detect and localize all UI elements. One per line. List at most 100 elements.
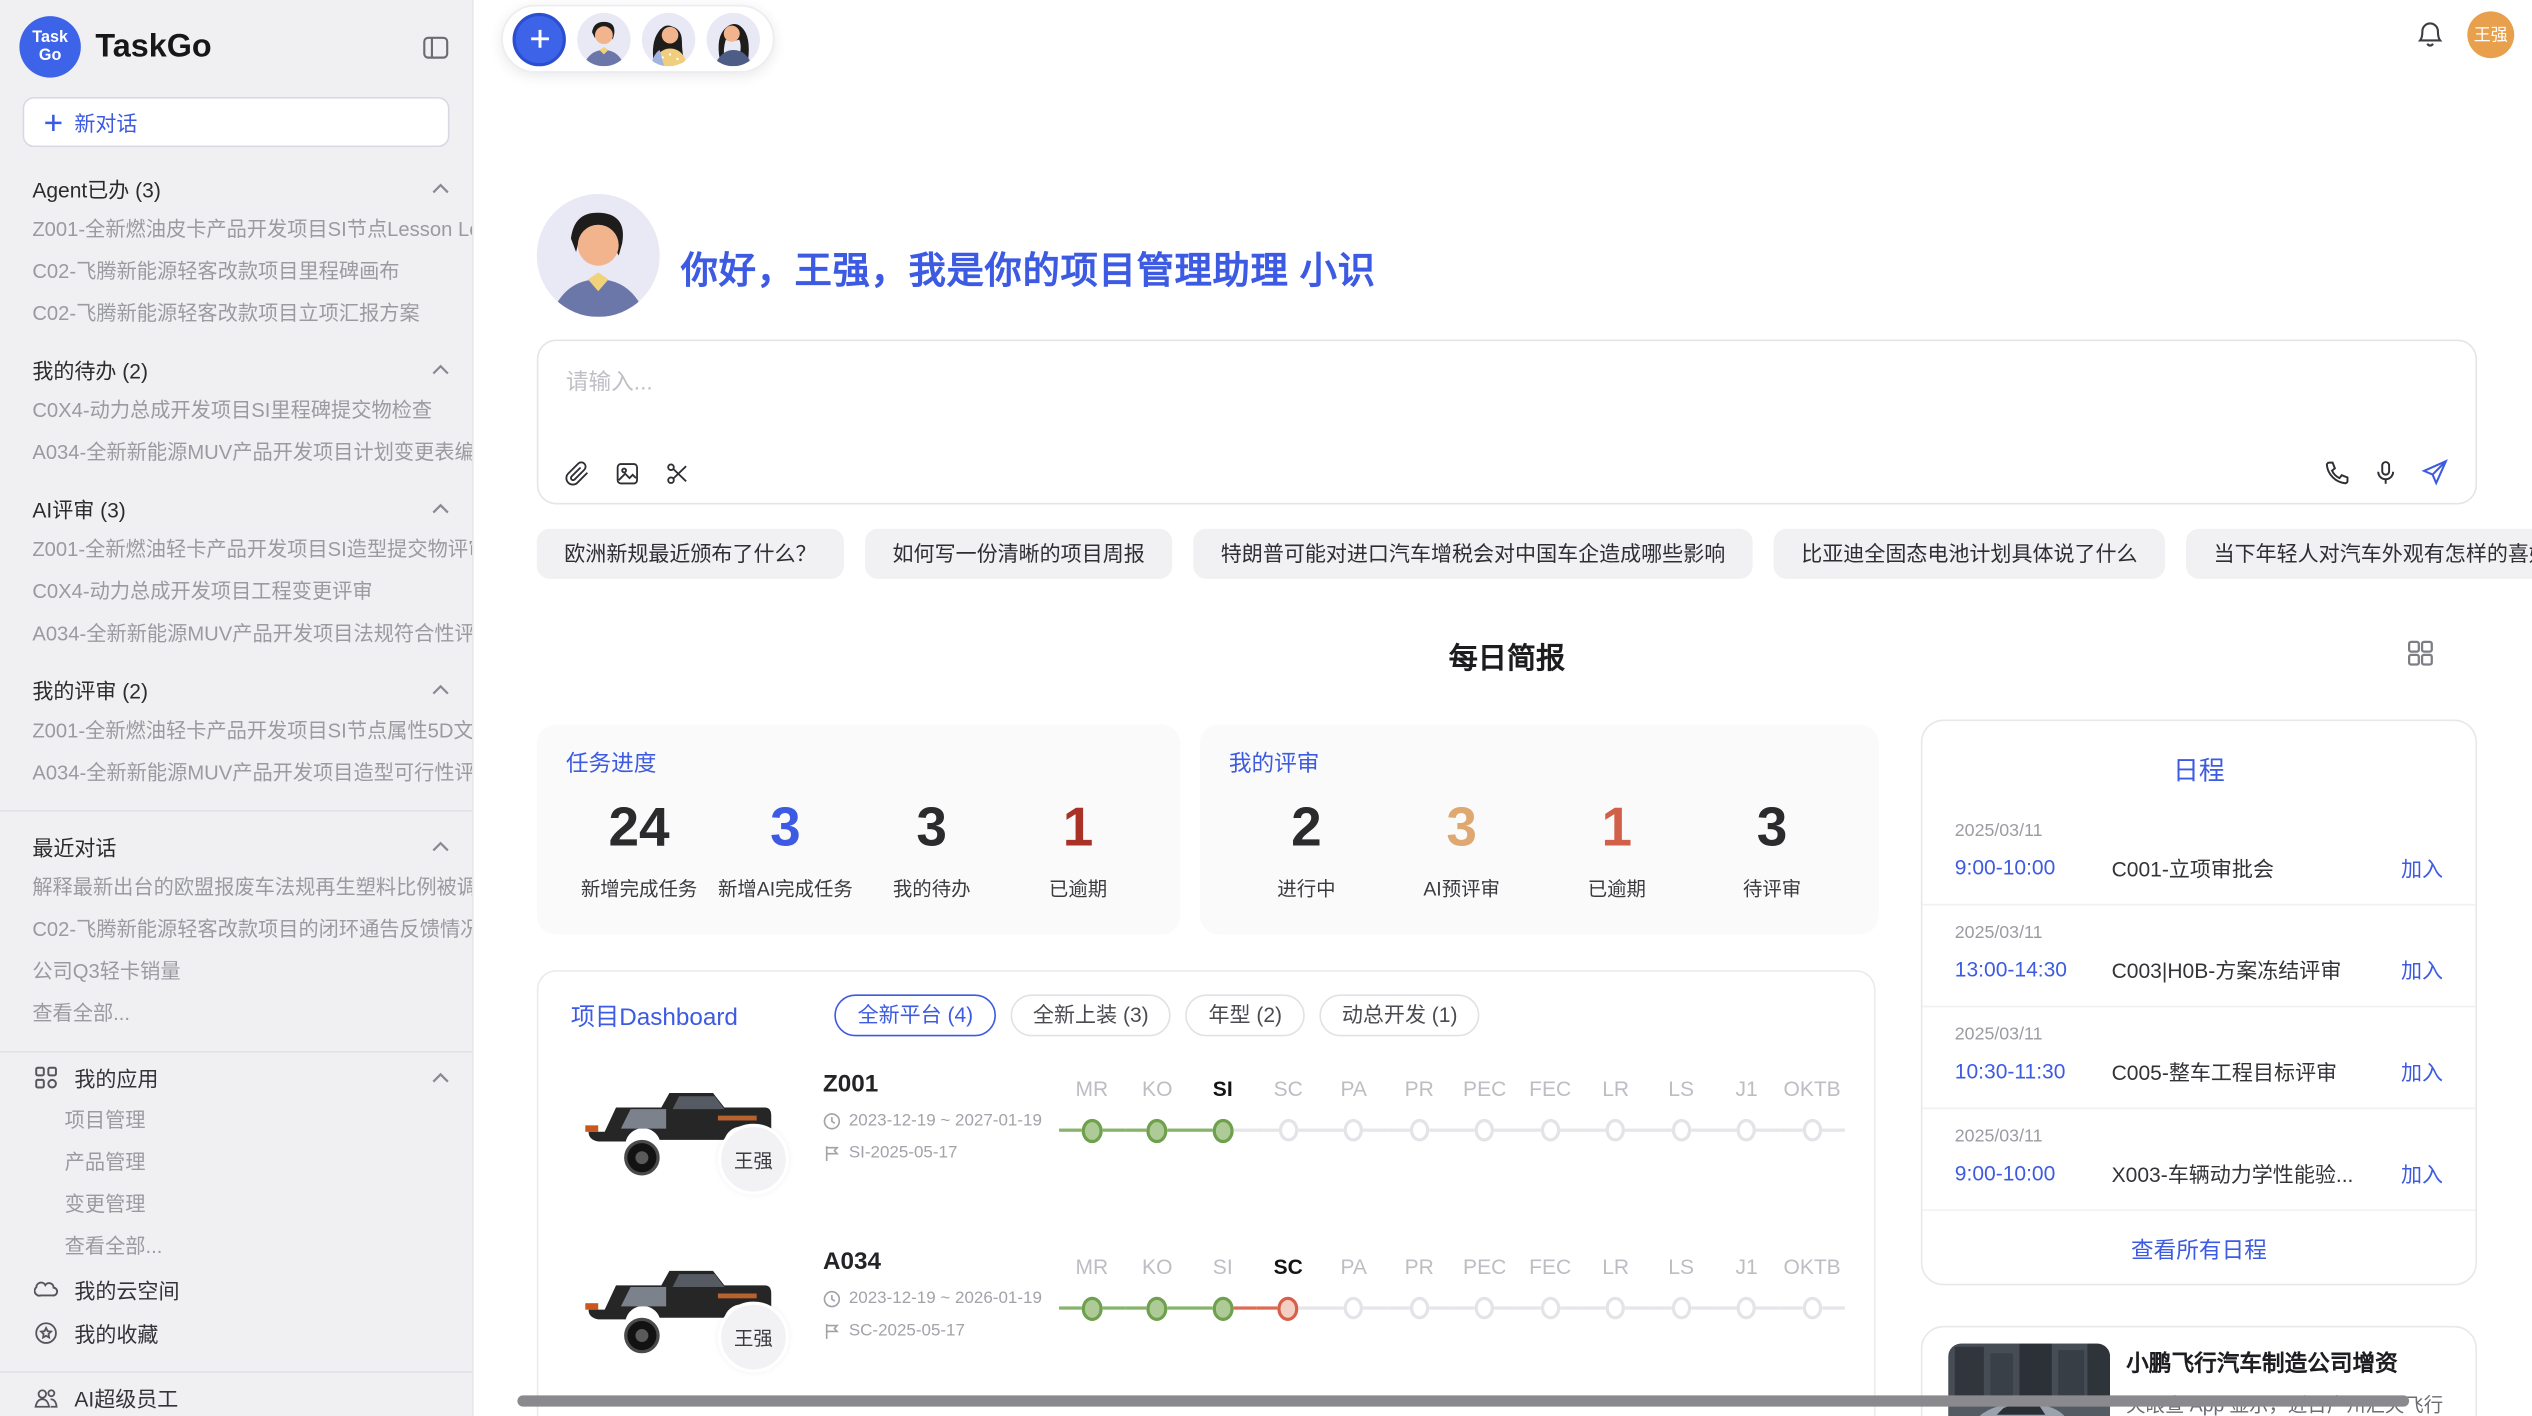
add-agent-button[interactable] (513, 12, 566, 65)
sidebar-item-favorites[interactable]: 我的收藏 (0, 1311, 472, 1355)
main-area: 王强 你好，王强，我是你的项目管理助理 小识 请输入... 欧洲新规最近颁布了什… (474, 0, 2532, 1416)
milestone-dot[interactable] (1802, 1119, 1821, 1142)
app-sub-item[interactable]: 查看全部... (0, 1226, 472, 1268)
sidebar-task-item[interactable]: C02-飞腾新能源轻客改款项目里程碑画布 (0, 251, 472, 293)
event-join-link[interactable]: 加入 (2401, 852, 2443, 883)
milestone-dot[interactable] (1671, 1297, 1690, 1320)
suggestion-chip[interactable]: 欧洲新规最近颁布了什么？ (537, 529, 844, 579)
milestone-label: KO (1125, 1255, 1190, 1287)
view-all-schedule-link[interactable]: 查看所有日程 (1922, 1234, 2475, 1266)
user-avatar[interactable]: 王强 (2467, 11, 2514, 58)
stat-item: 3待评审 (1694, 795, 1849, 902)
suggestion-chip[interactable]: 如何写一份清晰的项目周报 (865, 529, 1172, 579)
dashboard-filter-chip[interactable]: 全新上装 (3) (1010, 994, 1171, 1036)
milestone-dot[interactable] (1081, 1118, 1102, 1142)
event-line: 10:30-11:30C005-整车工程目标评审加入 (1955, 1056, 2443, 1087)
milestone-dot[interactable] (1475, 1297, 1494, 1320)
project-row[interactable]: 王强A0342023-12-19 ~ 2026-01-19SC-2025-05-… (538, 1235, 1874, 1392)
milestone-dot-row (1125, 1109, 1190, 1151)
recent-chat-item[interactable]: 查看全部... (0, 993, 472, 1035)
milestone-label: J1 (1714, 1255, 1779, 1287)
timeline-segment (1691, 1129, 1714, 1132)
recent-chat-item[interactable]: C02-飞腾新能源轻客改款项目的闭环通告反馈情况 (0, 909, 472, 951)
app-sub-item[interactable]: 变更管理 (0, 1184, 472, 1226)
milestone-dot[interactable] (1540, 1119, 1559, 1142)
milestone-dot[interactable] (1606, 1297, 1625, 1320)
message-composer[interactable]: 请输入... (537, 340, 2477, 505)
milestone-dot-row (1779, 1109, 1844, 1151)
notifications-bell-icon[interactable] (2416, 19, 2445, 50)
recent-chat-item[interactable]: 解释最新出台的欧盟报废车法规再生塑料比例被调至15%... (0, 867, 472, 909)
sidebar-task-item[interactable]: C0X4-动力总成开发项目工程变更评审 (0, 571, 472, 613)
horizontal-scrollbar[interactable] (517, 1395, 2409, 1406)
sidebar-tool-item[interactable]: AI超级员工 (0, 1376, 472, 1416)
sidebar-task-item[interactable]: A034-全新新能源MUV产品开发项目造型可行性评审 (0, 752, 472, 794)
recent-chat-item[interactable]: 公司Q3轻卡销量 (0, 951, 472, 993)
agent-avatar-3[interactable] (707, 12, 760, 65)
recent-chats-header[interactable]: 最近对话 (0, 826, 472, 866)
milestone-dot[interactable] (1409, 1119, 1428, 1142)
agent-avatar-2[interactable] (642, 12, 695, 65)
sidebar-section-header[interactable]: Agent已办 (3) (0, 168, 472, 208)
microphone-icon[interactable] (2372, 458, 2399, 485)
milestone-dot[interactable] (1344, 1119, 1363, 1142)
milestone-dot[interactable] (1671, 1119, 1690, 1142)
milestone-dot[interactable] (1409, 1297, 1428, 1320)
sidebar-task-item[interactable]: Z001-全新燃油轻卡产品开发项目SI节点属性5D文件评审 (0, 710, 472, 752)
milestone: KO (1125, 1077, 1190, 1151)
milestone-dot-row (1779, 1287, 1844, 1329)
dashboard-filter-chip[interactable]: 年型 (2) (1186, 994, 1305, 1036)
collapse-sidebar-icon[interactable] (422, 33, 449, 60)
app-root: Task Go TaskGo 新对话 Agent已办 (3)Z001-全新燃油皮… (0, 0, 2532, 1416)
project-row[interactable]: 王强Z0012023-12-19 ~ 2027-01-19SI-2025-05-… (538, 1057, 1874, 1214)
app-sub-item[interactable]: 产品管理 (0, 1142, 472, 1184)
sidebar-task-item[interactable]: A034-全新新能源MUV产品开发项目计划变更表编写 (0, 432, 472, 474)
milestone-dot[interactable] (1278, 1296, 1299, 1320)
event-join-link[interactable]: 加入 (2401, 1158, 2443, 1189)
app-sub-item[interactable]: 项目管理 (0, 1099, 472, 1141)
sidebar-task-item[interactable]: Z001-全新燃油皮卡产品开发项目SI节点Lesson Learn报告 (0, 209, 472, 251)
sidebar-item-my-apps[interactable]: 我的应用 (0, 1056, 472, 1100)
milestone-dot[interactable] (1737, 1119, 1756, 1142)
send-icon[interactable] (2420, 458, 2449, 487)
event-join-link[interactable]: 加入 (2401, 954, 2443, 985)
milestone-dot[interactable] (1606, 1119, 1625, 1142)
phone-call-icon[interactable] (2323, 458, 2350, 485)
milestone-dot-row (1583, 1287, 1648, 1329)
schedule-card: 日程 2025/03/119:00-10:00C001-立项审批会加入2025/… (1921, 720, 2477, 1286)
sidebar-section-header[interactable]: AI评审 (3) (0, 488, 472, 528)
milestone-dot[interactable] (1212, 1118, 1233, 1142)
suggestion-chip[interactable]: 特朗普可能对进口汽车增税会对中国车企造成哪些影响 (1193, 529, 1752, 579)
suggestion-chip[interactable]: 比亚迪全固态电池计划具体说了什么 (1774, 529, 2165, 579)
layout-grid-icon[interactable] (2406, 639, 2435, 668)
milestone-dot[interactable] (1802, 1297, 1821, 1320)
dashboard-filter-chip[interactable]: 动总开发 (1) (1319, 994, 1480, 1036)
dashboard-filter-chip[interactable]: 全新平台 (4) (835, 994, 996, 1036)
attachment-icon[interactable] (564, 461, 590, 487)
scissors-icon[interactable] (665, 461, 691, 487)
sidebar-task-item[interactable]: Z001-全新燃油轻卡产品开发项目SI造型提交物评审 (0, 529, 472, 571)
milestone-dot[interactable] (1540, 1297, 1559, 1320)
milestone-dot[interactable] (1147, 1296, 1168, 1320)
event-join-link[interactable]: 加入 (2401, 1056, 2443, 1087)
stats-row: 24新增完成任务3新增AI完成任务3我的待办1已逾期 (566, 795, 1151, 902)
sidebar-section-header[interactable]: 我的评审 (2) (0, 669, 472, 709)
milestone-dot[interactable] (1147, 1118, 1168, 1142)
milestone-dot[interactable] (1344, 1297, 1363, 1320)
milestone-dot[interactable] (1737, 1297, 1756, 1320)
new-chat-button[interactable]: 新对话 (23, 97, 450, 147)
sidebar-task-item[interactable]: A034-全新新能源MUV产品开发项目法规符合性评审 (0, 613, 472, 655)
briefing-title: 每日简报 (537, 635, 2477, 677)
sidebar-item-cloud-space[interactable]: 我的云空间 (0, 1268, 472, 1312)
agent-avatar-1[interactable] (577, 12, 630, 65)
milestone-dot[interactable] (1081, 1296, 1102, 1320)
milestone-dot[interactable] (1475, 1119, 1494, 1142)
milestone-dot-row (1714, 1287, 1779, 1329)
image-icon[interactable] (614, 461, 640, 487)
sidebar-task-item[interactable]: C0X4-动力总成开发项目SI里程碑提交物检查 (0, 390, 472, 432)
sidebar-section-header[interactable]: 我的待办 (2) (0, 349, 472, 389)
milestone-dot[interactable] (1279, 1119, 1298, 1142)
sidebar-task-item[interactable]: C02-飞腾新能源轻客改款项目立项汇报方案 (0, 293, 472, 335)
milestone-dot[interactable] (1212, 1296, 1233, 1320)
suggestion-chip[interactable]: 当下年轻人对汽车外观有怎样的喜好趋势 (2186, 529, 2532, 579)
